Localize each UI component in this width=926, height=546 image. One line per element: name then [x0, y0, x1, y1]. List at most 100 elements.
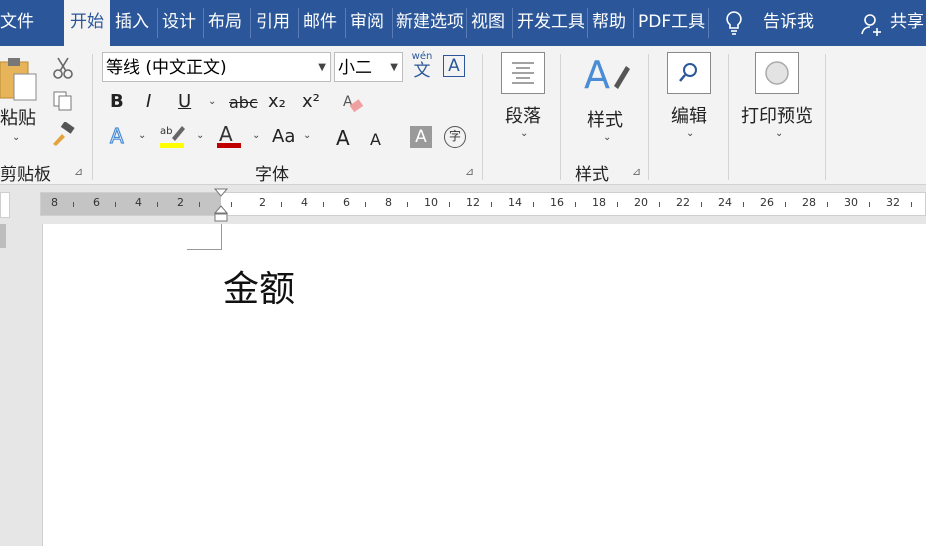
ruler-tick — [449, 202, 450, 207]
font-color-dropdown-icon[interactable]: ⌄ — [252, 130, 260, 141]
lightbulb-icon[interactable] — [724, 10, 744, 40]
ruler-number: 28 — [802, 196, 816, 209]
chevron-down-icon[interactable]: ▼ — [318, 53, 326, 81]
ruler-tick — [157, 202, 158, 207]
character-border-button[interactable]: A — [443, 55, 465, 77]
clipboard-launcher-icon[interactable]: ⊿ — [74, 166, 84, 177]
styles-button[interactable]: 样式 — [587, 106, 623, 132]
highlight-color-icon[interactable]: ab — [158, 122, 188, 154]
print-preview-icon[interactable] — [755, 52, 799, 94]
editing-dropdown-icon[interactable]: ⌄ — [686, 128, 694, 139]
tell-me-search[interactable]: 告诉我 — [763, 0, 823, 46]
text-effects-button[interactable]: A — [108, 123, 130, 153]
character-shading-button[interactable]: A — [410, 126, 432, 148]
underline-button[interactable]: U — [178, 91, 191, 112]
document-text[interactable]: 金额 — [223, 260, 295, 312]
format-painter-icon[interactable] — [50, 121, 76, 150]
ruler-number: 32 — [886, 196, 900, 209]
tab-pdf-tools[interactable]: PDF工具 — [638, 0, 705, 46]
tab-help[interactable]: 帮助 — [592, 0, 630, 46]
tab-review[interactable]: 审阅 — [350, 0, 388, 46]
vertical-ruler-stub — [0, 224, 6, 248]
group-separator — [825, 54, 826, 180]
tab-mailings[interactable]: 邮件 — [303, 0, 341, 46]
ruler-tick — [491, 202, 492, 207]
grow-font-button[interactable]: A — [336, 126, 350, 150]
font-name-value: 等线 (中文正文) — [106, 58, 227, 78]
ruler-tab-selector[interactable] — [0, 192, 10, 218]
font-color-icon[interactable]: A — [215, 122, 243, 154]
ruler-tick — [323, 202, 324, 207]
ruler-tick — [785, 202, 786, 207]
editing-search-icon[interactable] — [667, 52, 711, 94]
ruler-number: 24 — [718, 196, 732, 209]
group-separator — [648, 54, 649, 180]
phonetic-guide-button[interactable]: wén 文 — [411, 52, 433, 81]
ruler-number: 16 — [550, 196, 564, 209]
superscript-button[interactable]: x² — [302, 91, 320, 112]
ruler-strip: 8 6 4 2 2 4 6 8 10 12 14 16 18 20 22 24 … — [40, 192, 926, 216]
tab-new-options[interactable]: 新建选项 — [396, 0, 464, 46]
tab-insert[interactable]: 插入 — [115, 0, 153, 46]
styles-dropdown-icon[interactable]: ⌄ — [603, 132, 611, 143]
svg-text:ab: ab — [160, 126, 172, 137]
tab-separator — [345, 8, 346, 38]
horizontal-ruler[interactable]: 8 6 4 2 2 4 6 8 10 12 14 16 18 20 22 24 … — [0, 186, 926, 224]
paste-clipboard-icon[interactable] — [0, 56, 40, 106]
user-share-icon[interactable] — [860, 12, 884, 40]
italic-button[interactable]: I — [146, 91, 151, 112]
tab-home[interactable]: 开始 — [64, 0, 110, 46]
ruler-tick — [73, 202, 74, 207]
text-effects-dropdown-icon[interactable]: ⌄ — [138, 130, 146, 141]
paste-button[interactable]: 粘贴 — [0, 104, 36, 130]
tab-layout[interactable]: 布局 — [208, 0, 246, 46]
chevron-down-icon[interactable]: ▼ — [390, 53, 398, 81]
first-line-indent-marker[interactable] — [213, 188, 229, 226]
svg-text:A: A — [584, 53, 610, 97]
tab-separator — [157, 8, 158, 38]
ruler-tick — [575, 202, 576, 207]
paste-dropdown-icon[interactable]: ⌄ — [12, 132, 20, 143]
enclose-characters-button[interactable]: 字 — [444, 126, 466, 148]
copy-icon[interactable] — [52, 90, 74, 116]
ruler-number: 8 — [51, 196, 58, 209]
highlight-dropdown-icon[interactable]: ⌄ — [196, 130, 204, 141]
styles-launcher-icon[interactable]: ⊿ — [632, 166, 642, 177]
ruler-number: 4 — [135, 196, 142, 209]
crop-mark — [187, 249, 222, 250]
document-page[interactable]: 金额 — [42, 224, 926, 546]
tab-separator — [203, 8, 204, 38]
paragraph-icon[interactable] — [501, 52, 545, 94]
tab-references[interactable]: 引用 — [256, 0, 294, 46]
ribbon: 粘贴 ⌄ 剪贴板 ⊿ 等线 (中文正文) ▼ 小二 ▼ wén 文 A B I … — [0, 46, 926, 185]
subscript-button[interactable]: x₂ — [268, 91, 286, 112]
ruler-tick — [701, 202, 702, 207]
ruler-number: 14 — [508, 196, 522, 209]
bold-button[interactable]: B — [110, 91, 124, 112]
paragraph-dropdown-icon[interactable]: ⌄ — [520, 128, 528, 139]
paragraph-button[interactable]: 段落 — [505, 102, 541, 128]
editing-button[interactable]: 编辑 — [671, 102, 707, 128]
font-size-combo[interactable]: 小二 ▼ — [334, 52, 403, 82]
change-case-dropdown-icon[interactable]: ⌄ — [303, 130, 311, 141]
clear-formatting-icon[interactable]: A — [343, 92, 365, 118]
group-separator — [92, 54, 93, 180]
tab-developer[interactable]: 开发工具 — [517, 0, 584, 46]
styles-icon[interactable]: A — [584, 52, 632, 102]
font-name-combo[interactable]: 等线 (中文正文) ▼ — [102, 52, 331, 82]
font-launcher-icon[interactable]: ⊿ — [465, 166, 475, 177]
tab-separator — [633, 8, 634, 38]
tab-design[interactable]: 设计 — [162, 0, 200, 46]
strikethrough-button[interactable]: abc — [229, 93, 258, 112]
tab-file[interactable]: 文件 — [0, 0, 36, 46]
font-size-value: 小二 — [338, 58, 372, 78]
share-button[interactable]: 共享 — [890, 0, 926, 46]
tab-view[interactable]: 视图 — [471, 0, 509, 46]
underline-dropdown-icon[interactable]: ⌄ — [208, 96, 216, 107]
cut-icon[interactable] — [52, 56, 74, 84]
print-preview-button[interactable]: 打印预览 — [741, 102, 813, 128]
shrink-font-button[interactable]: A — [370, 130, 381, 149]
ruler-tick — [199, 202, 200, 207]
print-preview-dropdown-icon[interactable]: ⌄ — [775, 128, 783, 139]
change-case-button[interactable]: Aa — [272, 126, 295, 147]
